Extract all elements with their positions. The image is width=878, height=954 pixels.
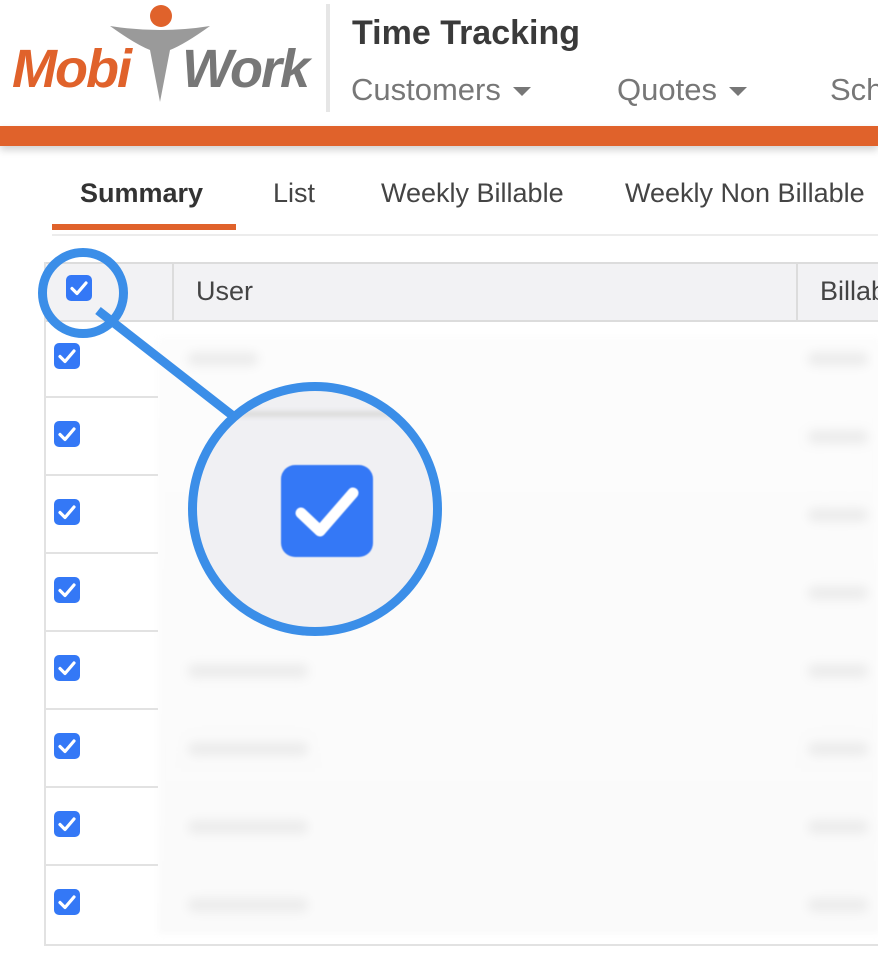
checkmark-icon — [58, 739, 76, 754]
checkmark-icon — [58, 505, 76, 520]
row-checkbox[interactable] — [54, 733, 80, 759]
column-separator — [796, 264, 798, 320]
table-row — [46, 866, 878, 944]
nav-schedule-label: Sch — [830, 72, 878, 107]
checkmark-icon — [58, 661, 76, 676]
app-header: Mobi Work Time Tracking Customers Quotes… — [0, 0, 878, 128]
active-tab-indicator — [52, 224, 236, 230]
row-checkbox[interactable] — [54, 811, 80, 837]
nav-customers[interactable]: Customers — [351, 72, 531, 108]
mobiwork-logo[interactable]: Mobi Work — [10, 4, 310, 108]
tab-summary[interactable]: Summary — [80, 178, 203, 209]
callout-ring-small — [38, 248, 128, 338]
row-checkbox[interactable] — [54, 421, 80, 447]
row-checkbox[interactable] — [54, 343, 80, 369]
table-row — [46, 320, 878, 398]
caret-down-icon — [512, 87, 531, 97]
row-checkbox[interactable] — [54, 577, 80, 603]
table-row — [46, 632, 878, 710]
tab-weekly-billable[interactable]: Weekly Billable — [381, 178, 564, 209]
logo-text-mobi: Mobi — [12, 39, 132, 99]
checkmark-icon — [58, 583, 76, 598]
nav-schedule[interactable]: Sch — [830, 72, 878, 108]
tab-weekly-non-billable[interactable]: Weekly Non Billable — [625, 178, 865, 209]
tab-list[interactable]: List — [273, 178, 315, 209]
checkmark-icon — [58, 427, 76, 442]
table-row — [46, 788, 878, 866]
table-row — [46, 710, 878, 788]
table-header: User Billab — [46, 262, 878, 322]
table-row — [46, 476, 878, 554]
checkmark-icon — [58, 817, 76, 832]
column-separator — [172, 264, 174, 320]
column-header-billable[interactable]: Billab — [820, 276, 878, 307]
caret-down-icon — [728, 87, 747, 97]
header-divider — [326, 4, 330, 112]
nav-customers-label: Customers — [351, 72, 501, 107]
callout-zoom-circle — [188, 382, 442, 636]
checkmark-icon — [58, 895, 76, 910]
checkmark-icon — [295, 487, 359, 537]
nav-quotes-label: Quotes — [617, 72, 717, 107]
nav-quotes[interactable]: Quotes — [617, 72, 747, 108]
table-row — [46, 554, 878, 632]
table-row — [46, 398, 878, 476]
row-checkbox[interactable] — [54, 655, 80, 681]
checkmark-icon — [58, 349, 76, 364]
page-title: Time Tracking — [352, 14, 581, 52]
row-checkbox[interactable] — [54, 889, 80, 915]
row-checkbox[interactable] — [54, 499, 80, 525]
header-accent-bar — [0, 126, 878, 146]
column-header-user[interactable]: User — [196, 276, 253, 307]
zoom-header-edge — [227, 411, 427, 417]
tab-bar: Summary List Weekly Billable Weekly Non … — [52, 160, 878, 236]
logo-text-work: Work — [182, 39, 310, 99]
zoomed-checkbox-icon — [281, 465, 373, 557]
